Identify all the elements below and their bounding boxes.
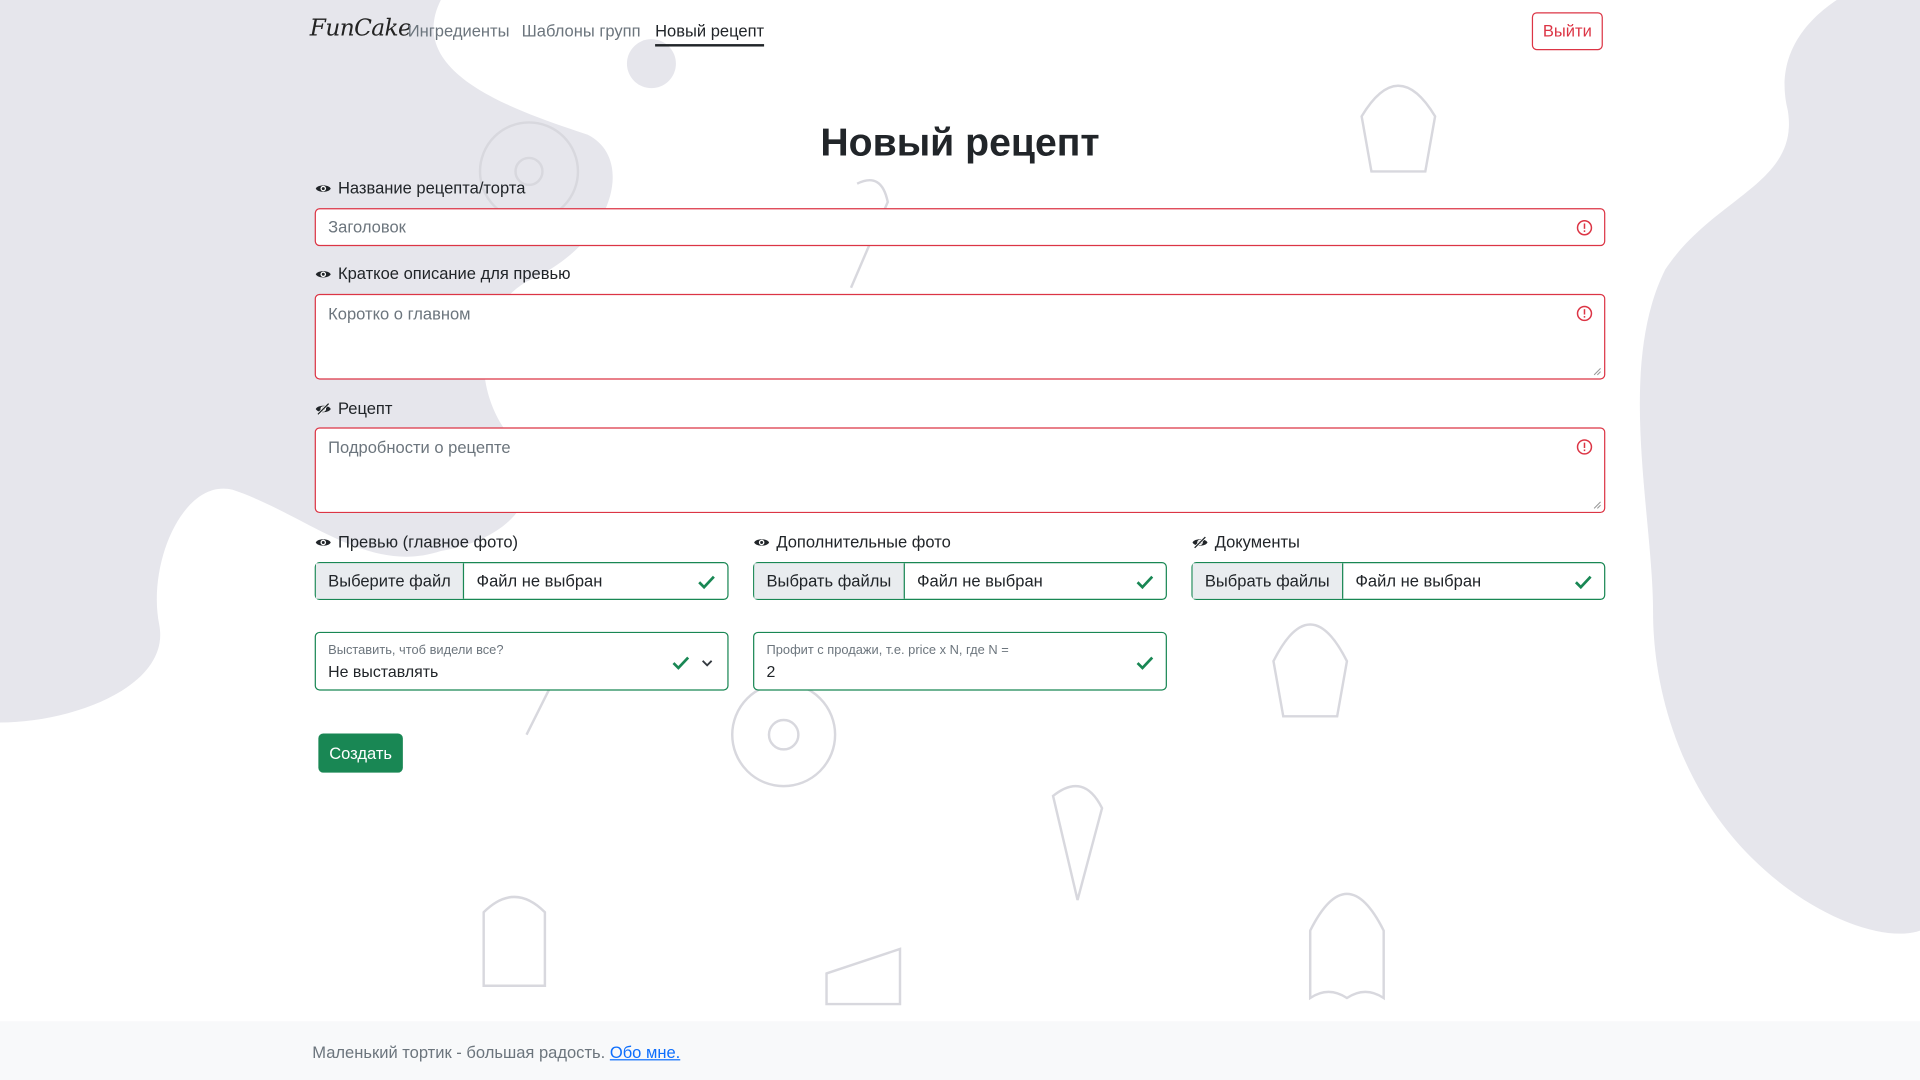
title-placeholder: Заголовок [328,217,406,237]
preview-photo-label-text: Превью (главное фото) [337,532,519,552]
footer [0,1021,1920,1080]
eye-icon [754,538,770,546]
profit-value: 2 [766,662,776,681]
description-label-text: Краткое описание для превью [337,264,571,283]
visibility-value: Не выставлять [328,662,439,681]
error-icon [1576,305,1593,322]
resize-handle-icon[interactable] [1593,367,1602,376]
documents-input[interactable]: Выбрать файлы Файл не выбран [1191,562,1606,600]
recipe-label: Рецепт [315,399,393,418]
description-textarea[interactable]: Коротко о главном [314,293,1606,380]
title-input[interactable]: Заголовок [314,208,1606,247]
error-icon [1576,439,1593,455]
visibility-select[interactable]: Выставить, чтоб видели все? Не выставлят… [314,631,729,691]
extra-photos-input[interactable]: Выбрать файлы Файл не выбран [753,562,1167,600]
resize-handle-icon[interactable] [1593,501,1602,510]
create-button[interactable]: Создать [318,733,403,773]
choose-files-button[interactable]: Выбрать файлы [1192,563,1344,599]
file-status: Файл не выбран [916,571,1043,591]
chevron-down-icon [702,660,713,667]
logout-button[interactable]: Выйти [1531,12,1603,51]
about-link[interactable]: Обо мне. [610,1043,680,1061]
recipe-label-text: Рецепт [337,399,393,418]
page-title: Новый рецепт [820,120,1100,165]
profit-label: Профит с продажи, т.е. price x N, где N … [766,642,1009,658]
documents-label: Документы [1191,532,1300,552]
eye-icon [315,538,331,546]
recipe-placeholder: Подробности о рецепте [328,438,511,457]
error-icon [1576,220,1593,236]
logo[interactable]: FunCake [310,15,412,42]
extra-photos-label: Дополнительные фото [753,533,951,551]
preview-photo-input[interactable]: Выберите файл Файл не выбран [314,562,729,600]
eye-slash-icon [1192,535,1208,549]
description-placeholder: Коротко о главном [328,304,471,324]
eye-slash-icon [315,402,331,415]
page: FunCake Ингредиенты Шаблоны групп Новый … [0,0,1920,1080]
choose-files-button[interactable]: Выбрать файлы [754,563,905,599]
eye-icon [315,270,331,277]
check-icon [1136,656,1154,670]
footer-tagline: Маленький тортик - большая радость. [312,1043,606,1062]
check-icon [1136,575,1154,589]
preview-photo-label: Превью (главное фото) [315,533,518,551]
file-status: Файл не выбран [1355,571,1482,591]
nav-link-new-recipe[interactable]: Новый рецепт [655,22,765,47]
visibility-label: Выставить, чтоб видели все? [328,642,504,658]
nav-link-group-templates[interactable]: Шаблоны групп [522,22,641,40]
recipe-textarea[interactable]: Подробности о рецепте [314,427,1606,514]
title-label-text: Название рецепта/торта [337,178,526,198]
documents-label-text: Документы [1214,532,1300,552]
check-icon [698,575,715,589]
title-label: Название рецепта/торта [315,178,526,198]
check-icon [1574,575,1592,589]
nav-link-ingredients[interactable]: Ингредиенты [408,22,510,40]
choose-file-button[interactable]: Выберите файл [315,563,465,599]
eye-icon [315,184,331,192]
file-status: Файл не выбран [476,571,603,591]
check-icon [672,656,690,670]
profit-input[interactable]: Профит с продажи, т.е. price x N, где N … [753,631,1167,691]
extra-photos-label-text: Дополнительные фото [776,532,951,552]
footer-text: Маленький тортик - большая радость. Обо … [312,1043,680,1061]
description-label: Краткое описание для превью [315,264,571,283]
